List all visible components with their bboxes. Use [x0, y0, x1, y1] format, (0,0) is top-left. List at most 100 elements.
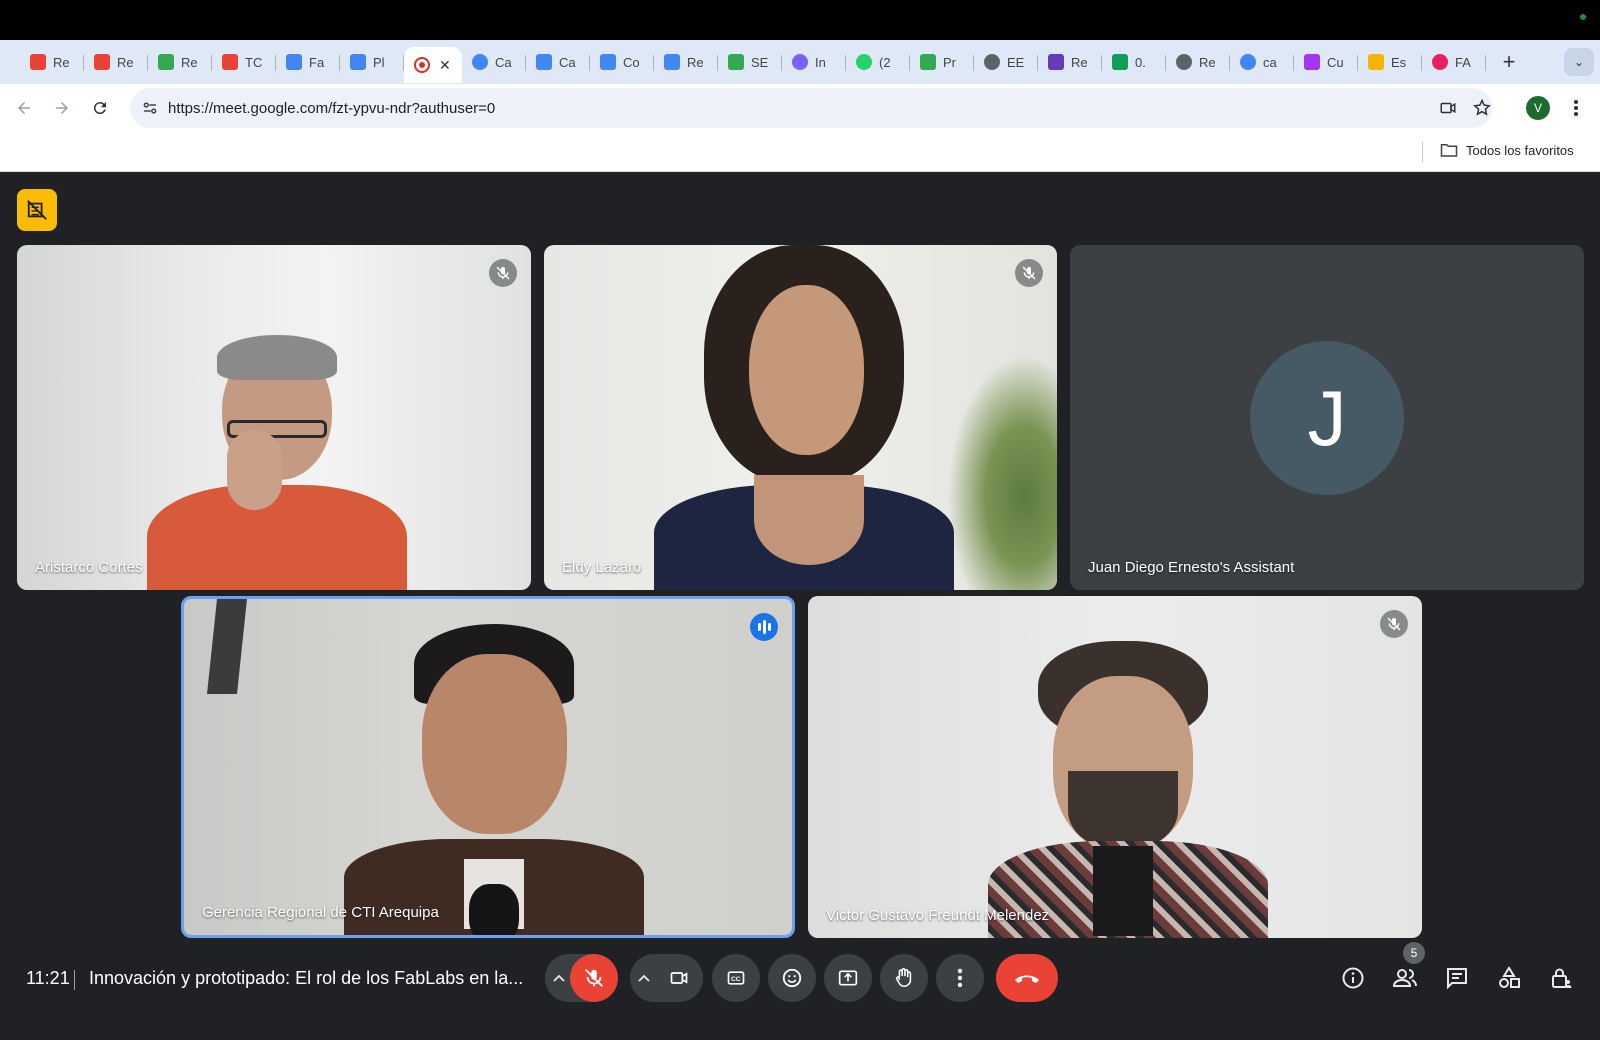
closed-captions-icon: CC [727, 971, 745, 985]
host-controls-button[interactable] [17, 189, 57, 231]
status-dot [1580, 14, 1586, 20]
browser-tab[interactable]: Ca [526, 46, 590, 78]
browser-tab[interactable]: Cu [1294, 46, 1358, 78]
browser-tab[interactable]: Re [654, 46, 718, 78]
browser-tab[interactable]: FA [1422, 46, 1486, 78]
participant-name: Victor Gustavo Freundt Melendez [826, 907, 1050, 924]
toolbar: https://meet.google.com/fzt-ypvu-ndr?aut… [0, 84, 1600, 132]
browser-tab[interactable]: ca [1230, 46, 1294, 78]
bookmarks-divider [1422, 142, 1423, 162]
browser-tab[interactable]: SE [718, 46, 782, 78]
meeting-details-button[interactable] [1339, 964, 1367, 992]
leave-call-button[interactable] [996, 954, 1058, 1002]
raise-hand-button[interactable] [880, 954, 928, 1002]
participant-tile[interactable]: Aristarco Cortes [17, 245, 531, 590]
globe-icon [984, 54, 1000, 70]
camera-in-use-icon[interactable] [1436, 96, 1460, 120]
video-options-button[interactable] [630, 954, 658, 1002]
meet-stage: Aristarco Cortes Eldy Lazaro J Juan Dieg… [0, 172, 1600, 1040]
activities-button[interactable] [1495, 964, 1523, 992]
browser-tab[interactable]: Fa [276, 46, 340, 78]
forward-button[interactable] [50, 96, 74, 120]
microphone-toggle-button[interactable] [570, 954, 618, 1002]
present-to-all-icon [838, 970, 858, 986]
tab-title: EE [1007, 54, 1025, 70]
tab-search-button[interactable]: ⌄ [1564, 48, 1594, 76]
browser-tab[interactable]: EE [974, 46, 1038, 78]
browser-tab[interactable]: TC [212, 46, 276, 78]
hand-icon [895, 968, 912, 988]
participant-tile-active-speaker[interactable]: Gerencia Regional de CTI Arequipa [181, 596, 795, 938]
mic-off-icon [496, 266, 510, 280]
mic-off-icon [1022, 266, 1036, 280]
address-bar[interactable]: https://meet.google.com/fzt-ypvu-ndr?aut… [130, 88, 1492, 128]
browser-tab[interactable]: Re [20, 46, 84, 78]
close-tab-icon[interactable]: ✕ [439, 57, 451, 74]
tab-title: SE [751, 54, 769, 70]
browser-tab[interactable]: 0. [1102, 46, 1166, 78]
url-text[interactable]: https://meet.google.com/fzt-ypvu-ndr?aut… [168, 100, 495, 117]
browser-tab[interactable]: Re [148, 46, 212, 78]
browser-tab[interactable]: In [782, 46, 846, 78]
arrow-right-icon [56, 102, 68, 114]
emoji-icon [782, 968, 802, 988]
call-end-icon [1015, 975, 1039, 983]
gmail-icon [94, 54, 110, 70]
more-options-button[interactable] [936, 954, 984, 1002]
participant-name: Gerencia Regional de CTI Arequipa [202, 904, 439, 921]
gmail-icon [30, 54, 46, 70]
chat-button[interactable] [1443, 964, 1471, 992]
browser-tab[interactable]: Co [590, 46, 654, 78]
participant-tile[interactable]: Victor Gustavo Freundt Melendez [808, 596, 1422, 938]
browser-tab[interactable]: Pr [910, 46, 974, 78]
docs-icon [536, 54, 552, 70]
participant-video-figure [654, 245, 954, 590]
lock-person-icon [1552, 968, 1572, 988]
browser-tab[interactable]: (2 [846, 46, 910, 78]
calendar-icon [286, 54, 302, 70]
browser-tab[interactable]: Re [1038, 46, 1102, 78]
videocam-icon [670, 972, 688, 984]
browser-tab[interactable]: Re [84, 46, 148, 78]
browser-tab[interactable]: Ca [462, 46, 526, 78]
arrow-left-icon [18, 102, 30, 114]
google-icon [1240, 54, 1256, 70]
globe-icon [1176, 54, 1192, 70]
profile-avatar[interactable]: V [1526, 96, 1550, 120]
participant-count-badge: 5 [1403, 942, 1425, 964]
drive-icon [920, 54, 936, 70]
muted-indicator [1380, 610, 1408, 638]
tab-active[interactable]: ✕ [404, 47, 462, 83]
reload-button[interactable] [88, 96, 112, 120]
more-vert-icon [957, 968, 963, 988]
gmail-icon [222, 54, 238, 70]
participant-tile[interactable]: J Juan Diego Ernesto's Assistant [1070, 245, 1584, 590]
tab-title: TC [245, 54, 263, 70]
more-vert-icon[interactable] [1564, 96, 1588, 120]
people-button[interactable] [1391, 964, 1419, 992]
browser-tab[interactable]: Es [1358, 46, 1422, 78]
meeting-title[interactable]: Innovación y prototipado: El rol de los … [89, 968, 529, 989]
tab-title: Re [1199, 54, 1216, 70]
new-tab-button[interactable]: + [1492, 46, 1526, 78]
docs-icon [664, 54, 680, 70]
camera-toggle-button[interactable] [655, 954, 703, 1002]
captions-button[interactable]: CC [712, 954, 760, 1002]
audio-options-button[interactable] [545, 954, 573, 1002]
folder-icon [1440, 144, 1458, 157]
reactions-button[interactable] [768, 954, 816, 1002]
browser-tab[interactable]: Re [1166, 46, 1230, 78]
browser-tab[interactable]: Pl [340, 46, 404, 78]
no-video-grid-icon [27, 200, 47, 220]
back-button[interactable] [12, 96, 36, 120]
present-screen-button[interactable] [824, 954, 872, 1002]
copilot-icon [792, 54, 808, 70]
docs-icon [600, 54, 616, 70]
site-info-icon[interactable] [132, 92, 168, 124]
participant-tile[interactable]: Eldy Lazaro [544, 245, 1057, 590]
participant-video-figure [988, 641, 1268, 938]
bookmark-star-icon[interactable] [1470, 96, 1494, 120]
host-controls-lock-button[interactable] [1547, 964, 1575, 992]
bookmarks-folder[interactable]: Todos los favoritos [1440, 142, 1574, 158]
tab-title: Co [623, 54, 640, 70]
